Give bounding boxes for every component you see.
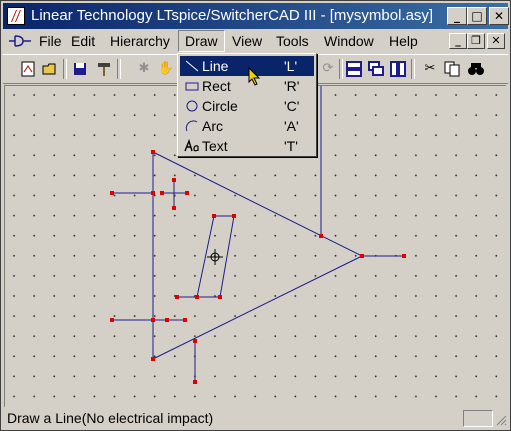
status-panel: [463, 410, 493, 427]
minimize-button[interactable]: _: [447, 7, 467, 25]
vertex-handle: [175, 295, 179, 299]
draw-menu-shortcut: 'L': [284, 58, 298, 74]
toolbar-separator: [63, 59, 67, 79]
vertex-handle: [183, 318, 187, 322]
resize-grip-icon[interactable]: [495, 414, 507, 426]
draw-menu-dropdown: Line 'L' Rect 'R' Circle 'C' Arc 'A' Tex…: [177, 53, 317, 157]
draw-menu-label: Arc: [202, 118, 223, 134]
vertex-handle: [172, 178, 176, 182]
status-bar: Draw a Line(No electrical impact): [3, 408, 508, 428]
draw-menu-item-circle[interactable]: Circle 'C': [180, 96, 314, 116]
menu-hierarchy[interactable]: Hierarchy: [104, 30, 176, 52]
menu-draw[interactable]: Draw: [178, 30, 225, 52]
arc-icon: [184, 118, 200, 134]
vertex-handle: [160, 191, 164, 195]
draw-menu-item-rect[interactable]: Rect 'R': [180, 76, 314, 96]
open-icon[interactable]: [41, 60, 59, 78]
circle-icon: [184, 98, 200, 114]
vertex-handle: [151, 150, 155, 154]
rect-icon: [184, 78, 200, 94]
cascade-icon[interactable]: [367, 60, 385, 78]
symbol-lower-edge: [152, 255, 363, 360]
vertex-handle: [165, 318, 169, 322]
vertex-handle: [151, 357, 155, 361]
doc-restore-button[interactable]: ❐: [467, 33, 485, 49]
menu-edit[interactable]: Edit: [65, 30, 101, 52]
toolbar-separator: [339, 59, 343, 79]
vertex-handle: [151, 191, 155, 195]
tile-vertical-icon[interactable]: [389, 60, 407, 78]
close-button[interactable]: ✕: [489, 7, 509, 25]
mouse-pointer-icon: [248, 66, 262, 87]
toolbar-separator: [411, 59, 415, 79]
rotate-icon[interactable]: ⟳: [319, 60, 337, 78]
draw-menu-label: Text: [202, 138, 228, 154]
maximize-button[interactable]: □: [467, 7, 487, 25]
menu-help[interactable]: Help: [383, 30, 424, 52]
menu-window[interactable]: Window: [318, 30, 380, 52]
menu-bar: File Edit Hierarchy Draw View Tools Wind…: [3, 30, 508, 52]
status-text: Draw a Line(No electrical impact): [7, 410, 214, 426]
draw-menu-item-text[interactable]: Text 'T': [180, 136, 314, 156]
doc-close-button[interactable]: ✕: [487, 33, 505, 49]
draw-menu-shortcut: 'A': [284, 118, 299, 134]
window-title: Linear Technology LTspice/SwitcherCAD II…: [31, 7, 434, 24]
draw-menu-shortcut: 'T': [284, 138, 298, 154]
tile-horizontal-icon[interactable]: [345, 60, 363, 78]
move-icon[interactable]: ✱: [135, 60, 153, 78]
vertex-handle: [151, 318, 155, 322]
vertex-handle: [172, 206, 176, 210]
vertex-handle: [319, 234, 323, 238]
vertex-handle: [193, 339, 197, 343]
vertex-handle: [212, 214, 216, 218]
title-bar: Linear Technology LTspice/SwitcherCAD II…: [3, 3, 509, 29]
text-icon: [184, 138, 200, 154]
draw-menu-item-arc[interactable]: Arc 'A': [180, 116, 314, 136]
draw-menu-shortcut: 'R': [284, 78, 300, 94]
vertex-handle: [195, 295, 199, 299]
vertex-handle: [218, 295, 222, 299]
save-icon[interactable]: [71, 60, 89, 78]
doc-minimize-button[interactable]: _: [449, 33, 467, 49]
vertex-handle: [185, 191, 189, 195]
toolbar-separator: [117, 59, 121, 79]
draw-menu-label: Line: [202, 58, 229, 74]
menu-view[interactable]: View: [226, 30, 268, 52]
line-icon: [184, 58, 200, 74]
app-window: Linear Technology LTspice/SwitcherCAD II…: [0, 0, 511, 431]
ltspice-app-icon[interactable]: [7, 7, 25, 25]
vertex-handle: [232, 214, 236, 218]
find-icon[interactable]: [467, 60, 485, 78]
menu-tools[interactable]: Tools: [270, 30, 315, 52]
vertex-handle: [110, 318, 114, 322]
menu-file[interactable]: File: [33, 30, 68, 52]
drag-icon[interactable]: ✋: [157, 60, 175, 78]
vertex-handle: [402, 254, 406, 258]
draw-menu-item-line[interactable]: Line 'L': [180, 56, 314, 76]
document-system-icon[interactable]: [7, 33, 33, 49]
draw-menu-label: Rect: [202, 78, 231, 94]
draw-menu-label: Circle: [202, 98, 238, 114]
vertex-handle: [360, 254, 364, 258]
vertex-handle: [193, 380, 197, 384]
copy-icon[interactable]: [443, 60, 461, 78]
hammer-icon[interactable]: [95, 60, 113, 78]
symbol-upper-edge: [152, 151, 363, 257]
vertex-handle: [110, 191, 114, 195]
draw-menu-shortcut: 'C': [284, 98, 300, 114]
new-schematic-icon[interactable]: [19, 60, 37, 78]
cut-icon[interactable]: ✂: [421, 60, 439, 78]
